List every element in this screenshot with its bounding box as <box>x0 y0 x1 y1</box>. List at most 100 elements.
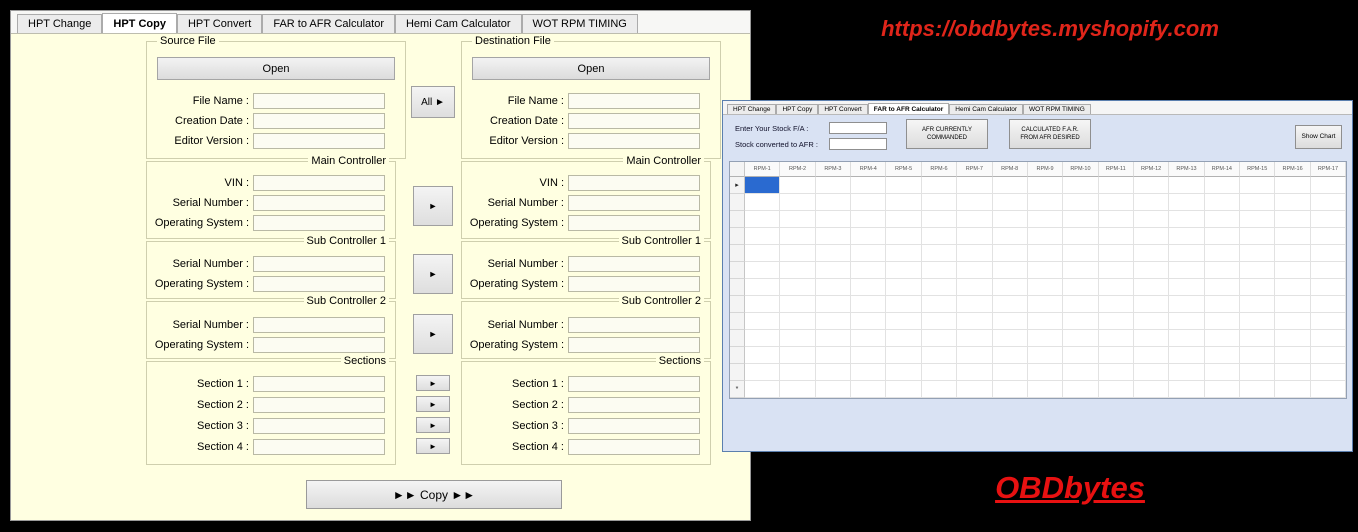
grid-cell[interactable] <box>780 177 815 194</box>
grid-cell[interactable] <box>922 347 957 364</box>
grid-cell[interactable] <box>1134 194 1169 211</box>
grid-cell[interactable] <box>816 313 851 330</box>
grid-cell[interactable] <box>1311 347 1346 364</box>
grid-cell[interactable] <box>1134 296 1169 313</box>
grid-cell[interactable] <box>780 381 815 398</box>
copy-button[interactable]: ►► Copy ►► <box>306 480 562 509</box>
copy-section-3-button[interactable]: ► <box>416 417 450 433</box>
grid-cell[interactable] <box>1134 330 1169 347</box>
grid-cell[interactable] <box>1311 194 1346 211</box>
section-4-input[interactable] <box>568 439 700 455</box>
grid-cell[interactable] <box>957 262 992 279</box>
grid-cell[interactable] <box>851 177 886 194</box>
grid-cell[interactable] <box>886 245 921 262</box>
column-header-rpm-4[interactable]: RPM-4 <box>851 162 886 177</box>
grid-cell[interactable] <box>1205 364 1240 381</box>
serial-number-input[interactable] <box>253 195 385 211</box>
column-header-rpm-8[interactable]: RPM-8 <box>993 162 1028 177</box>
grid-cell[interactable] <box>1240 279 1275 296</box>
grid-cell[interactable] <box>1028 381 1063 398</box>
grid-cell[interactable] <box>1275 262 1310 279</box>
grid-cell[interactable] <box>780 330 815 347</box>
copy-main-controller-button[interactable]: ► <box>413 186 453 226</box>
grid-cell[interactable] <box>1275 347 1310 364</box>
row-header[interactable]: * <box>730 381 745 398</box>
grid-cell[interactable] <box>922 228 957 245</box>
grid-cell[interactable] <box>816 177 851 194</box>
grid-cell[interactable] <box>1169 364 1204 381</box>
grid-cell[interactable] <box>745 313 780 330</box>
grid-cell[interactable] <box>993 228 1028 245</box>
grid-cell[interactable] <box>851 296 886 313</box>
operating-system-input[interactable] <box>568 337 700 353</box>
grid-cell[interactable] <box>745 262 780 279</box>
grid-cell[interactable] <box>851 364 886 381</box>
row-header[interactable] <box>730 364 745 381</box>
copy-all-button[interactable]: All ► <box>411 86 455 118</box>
grid-cell[interactable] <box>816 279 851 296</box>
grid-cell[interactable] <box>1063 313 1098 330</box>
vin-input[interactable] <box>253 175 385 191</box>
grid-cell[interactable] <box>1169 381 1204 398</box>
file-name-input[interactable] <box>568 93 700 109</box>
editor-version-input[interactable] <box>568 133 700 149</box>
grid-cell[interactable] <box>1099 330 1134 347</box>
grid-cell[interactable] <box>886 279 921 296</box>
row-header[interactable] <box>730 228 745 245</box>
grid-cell[interactable] <box>1240 381 1275 398</box>
grid-cell[interactable] <box>1240 364 1275 381</box>
section-3-input[interactable] <box>253 418 385 434</box>
grid-cell[interactable] <box>1028 262 1063 279</box>
operating-system-input[interactable] <box>253 276 385 292</box>
serial-number-input[interactable] <box>253 256 385 272</box>
grid-cell[interactable] <box>1134 279 1169 296</box>
grid-cell[interactable] <box>993 211 1028 228</box>
grid-cell[interactable] <box>957 296 992 313</box>
grid-cell[interactable] <box>1311 279 1346 296</box>
column-header-rpm-5[interactable]: RPM-5 <box>886 162 921 177</box>
grid-cell[interactable] <box>1311 211 1346 228</box>
grid-cell[interactable] <box>1311 262 1346 279</box>
column-header-rpm-1[interactable]: RPM-1 <box>745 162 780 177</box>
grid-cell[interactable] <box>993 279 1028 296</box>
grid-cell[interactable] <box>1063 262 1098 279</box>
grid-cell[interactable] <box>816 262 851 279</box>
grid-cell[interactable] <box>1063 364 1098 381</box>
grid-cell[interactable] <box>993 177 1028 194</box>
grid-cell[interactable] <box>780 279 815 296</box>
grid-cell[interactable] <box>993 364 1028 381</box>
serial-number-input[interactable] <box>568 256 700 272</box>
vin-input[interactable] <box>568 175 700 191</box>
grid-cell[interactable] <box>993 313 1028 330</box>
grid-cell[interactable] <box>745 245 780 262</box>
grid-cell[interactable] <box>922 330 957 347</box>
tab-hemi-cam-calculator[interactable]: Hemi Cam Calculator <box>395 14 522 33</box>
grid-cell[interactable] <box>1099 211 1134 228</box>
grid-cell[interactable] <box>1099 381 1134 398</box>
grid-cell[interactable] <box>1275 381 1310 398</box>
tab-wot-rpm-timing[interactable]: WOT RPM TIMING <box>522 14 638 33</box>
stock-converted-afr-input[interactable] <box>829 138 887 150</box>
copy-sub-controller-2-button[interactable]: ► <box>413 314 453 354</box>
grid-cell[interactable] <box>1099 279 1134 296</box>
grid-cell[interactable] <box>1240 211 1275 228</box>
grid-cell[interactable] <box>886 211 921 228</box>
grid-cell[interactable] <box>745 330 780 347</box>
grid-cell[interactable] <box>957 279 992 296</box>
grid-cell[interactable] <box>1169 330 1204 347</box>
grid-cell[interactable] <box>816 381 851 398</box>
grid-cell[interactable] <box>1205 211 1240 228</box>
grid-cell[interactable] <box>1063 296 1098 313</box>
tab-hpt-convert[interactable]: HPT Convert <box>177 14 262 33</box>
grid-cell[interactable] <box>922 177 957 194</box>
grid-cell[interactable] <box>993 296 1028 313</box>
grid-cell[interactable] <box>1240 313 1275 330</box>
section-1-input[interactable] <box>253 376 385 392</box>
grid-cell[interactable] <box>816 296 851 313</box>
column-header-rpm-14[interactable]: RPM-14 <box>1205 162 1240 177</box>
grid-cell[interactable] <box>745 211 780 228</box>
tab-far-to-afr-calculator[interactable]: FAR to AFR Calculator <box>868 103 949 114</box>
column-header-rpm-16[interactable]: RPM-16 <box>1275 162 1310 177</box>
grid-cell[interactable] <box>1028 194 1063 211</box>
grid-cell[interactable] <box>1205 262 1240 279</box>
